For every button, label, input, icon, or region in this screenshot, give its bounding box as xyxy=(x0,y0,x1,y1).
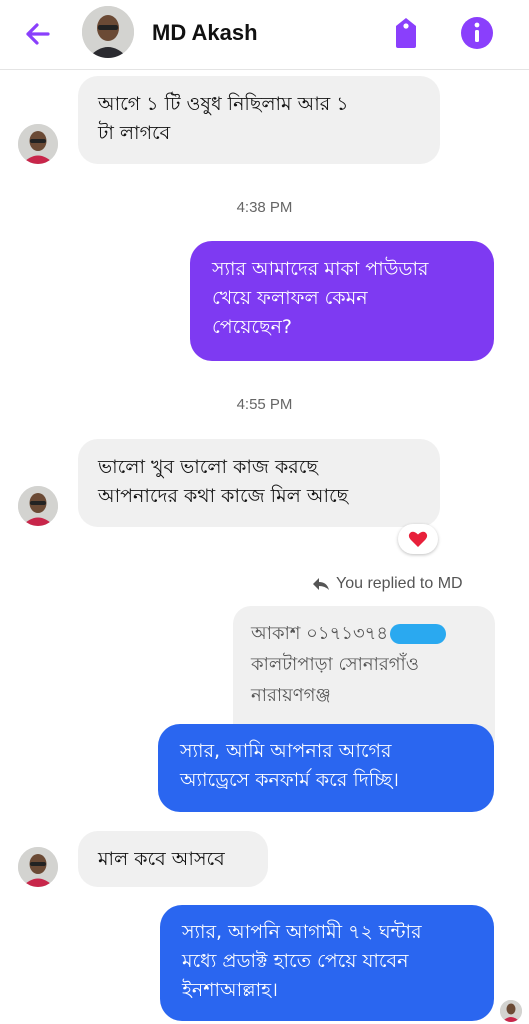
message-text: মাল কবে আসবে xyxy=(98,848,225,870)
message-text: আগে ১ টি ওষুধ নিছিলাম আর ১ xyxy=(98,93,349,115)
heart-reaction[interactable] xyxy=(398,524,438,554)
heart-icon xyxy=(408,531,428,547)
message-incoming[interactable]: আগে ১ টি ওষুধ নিছিলাম আর ১ টা লাগবে xyxy=(78,76,440,164)
message-outgoing[interactable]: স্যার আমাদের মাকা পাউডার খেয়ে ফলাফল কেম… xyxy=(190,241,494,361)
quoted-text: আকাশ ০১৭১৩৭৪ xyxy=(251,623,389,644)
quoted-text: কালটাপাড়া সোনারগাঁও xyxy=(251,654,420,675)
tag-button[interactable] xyxy=(388,14,424,52)
redaction-mark xyxy=(390,624,447,644)
avatar-image xyxy=(18,847,58,887)
message-text: মধ্যে প্রডাক্ট হাতে পেয়ে যাবেন xyxy=(182,950,409,972)
back-button[interactable] xyxy=(18,14,58,54)
seen-avatar xyxy=(500,1000,522,1022)
quoted-text: নারায়ণগঞ্জ xyxy=(251,685,331,706)
timestamp: 4:55 PM xyxy=(236,396,293,413)
arrow-left-icon xyxy=(26,23,50,45)
message-text: অ্যাড্রেসে কনফার্ম করে দিচ্ছি। xyxy=(180,769,399,791)
message-incoming[interactable]: ভালো খুব ভালো কাজ করছে আপনাদের কথা কাজে … xyxy=(78,439,440,527)
message-text: স্যার, আমি আপনার আগের xyxy=(180,740,392,762)
message-text: টা লাগবে xyxy=(98,122,171,144)
message-text: খেয়ে ফলাফল কেমন xyxy=(212,287,368,309)
message-text: স্যার আমাদের মাকা পাউডার xyxy=(212,258,429,280)
reply-icon xyxy=(313,578,329,590)
avatar-image xyxy=(18,124,58,164)
message-outgoing[interactable]: স্যার, আপনি আগামী ৭২ ঘন্টার মধ্যে প্রডাক… xyxy=(160,905,494,1021)
message-text: ইনশাআল্লাহ। xyxy=(182,979,278,1001)
chat-header: MD Akash xyxy=(0,0,529,70)
contact-name[interactable]: MD Akash xyxy=(152,20,258,46)
avatar-image xyxy=(82,6,134,58)
info-icon xyxy=(461,17,493,49)
avatar-image xyxy=(18,486,58,526)
reply-label: You replied to MD xyxy=(336,575,463,592)
message-incoming[interactable]: মাল কবে আসবে xyxy=(78,831,268,887)
sender-avatar[interactable] xyxy=(18,847,58,887)
timestamp: 4:38 PM xyxy=(236,199,293,216)
message-text: ভালো খুব ভালো কাজ করছে xyxy=(98,456,318,478)
info-button[interactable] xyxy=(458,14,496,52)
sender-avatar[interactable] xyxy=(18,486,58,526)
quoted-line: আকাশ ০১৭১৩৭৪ xyxy=(251,618,477,649)
message-text: আপনাদের কথা কাজে মিল আছে xyxy=(98,485,349,507)
message-text: স্যার, আপনি আগামী ৭২ ঘন্টার xyxy=(182,921,422,943)
message-outgoing[interactable]: স্যার, আমি আপনার আগের অ্যাড্রেসে কনফার্ম… xyxy=(158,724,494,812)
message-text: পেয়েছেন? xyxy=(212,316,293,338)
avatar-image xyxy=(500,1000,522,1022)
tag-icon xyxy=(396,18,416,48)
sender-avatar[interactable] xyxy=(18,124,58,164)
reply-indicator: You replied to MD xyxy=(312,575,463,593)
contact-avatar[interactable] xyxy=(82,6,134,58)
